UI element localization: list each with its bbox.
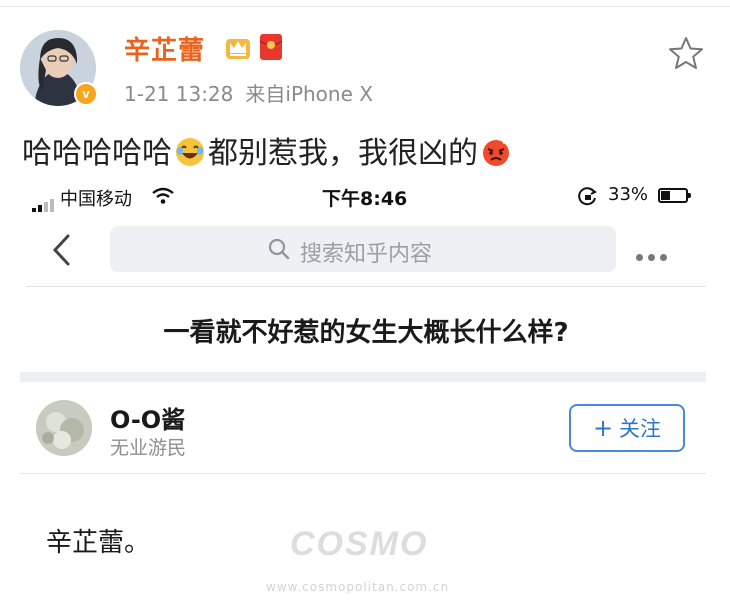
rotation-lock-icon (578, 187, 597, 206)
follow-button[interactable]: + 关注 (569, 404, 685, 452)
follow-label: 关注 (619, 417, 662, 441)
post-text: 哈哈哈哈哈 都别惹我，我很凶的 (22, 128, 514, 172)
battery-icon (658, 188, 691, 203)
battery-fill (661, 191, 670, 200)
red-packet-icon[interactable] (259, 33, 283, 61)
more-menu-icon[interactable] (636, 246, 672, 265)
post-text-part2: 都别惹我，我很凶的 (208, 136, 478, 171)
answer-divider (20, 473, 706, 474)
search-icon (268, 238, 290, 260)
carrier-name: 中国移动 (60, 189, 132, 210)
laughing-emoji (176, 137, 204, 166)
post-source[interactable]: 来自iPhone X (245, 82, 373, 106)
answer-author-name[interactable]: O-O酱 (110, 400, 185, 435)
battery-percent: 33% (608, 184, 649, 205)
star-icon[interactable] (668, 36, 704, 70)
answer-author-bio: 无业游民 (110, 437, 187, 459)
answer-author-avatar[interactable] (36, 400, 92, 456)
signal-icon (32, 191, 56, 212)
cosmo-watermark-url: www.cosmopolitan.com.cn (266, 580, 450, 594)
post-meta: 1-21 13:28 来自iPhone X (124, 78, 373, 107)
search-placeholder: 搜索知乎内容 (300, 242, 433, 267)
post-text-part1: 哈哈哈哈哈 (22, 136, 172, 171)
search-input[interactable]: 搜索知乎内容 (110, 226, 616, 272)
question-title[interactable]: 一看就不好惹的女生大概长什么样? (26, 312, 706, 349)
cosmo-watermark-logo: COSMO (290, 525, 429, 563)
phone-status-bar: 中国移动 下午8:46 33% (26, 182, 706, 212)
back-chevron-icon[interactable] (50, 232, 72, 268)
answer-body: 辛芷蕾。 (46, 528, 151, 558)
angry-emoji (483, 138, 510, 166)
plus-icon: + (592, 414, 614, 442)
post-time: 1-21 13:28 (124, 82, 234, 106)
crown-icon (226, 39, 250, 59)
status-time: 下午8:46 (322, 188, 408, 210)
zhihu-nav-bar: 搜索知乎内容 (26, 222, 706, 278)
top-divider (0, 6, 730, 7)
username[interactable]: 辛芷蕾 (124, 30, 205, 67)
wifi-icon (152, 187, 174, 204)
verified-badge-icon: v (74, 82, 98, 106)
nav-divider (26, 286, 706, 287)
section-separator (20, 372, 706, 382)
